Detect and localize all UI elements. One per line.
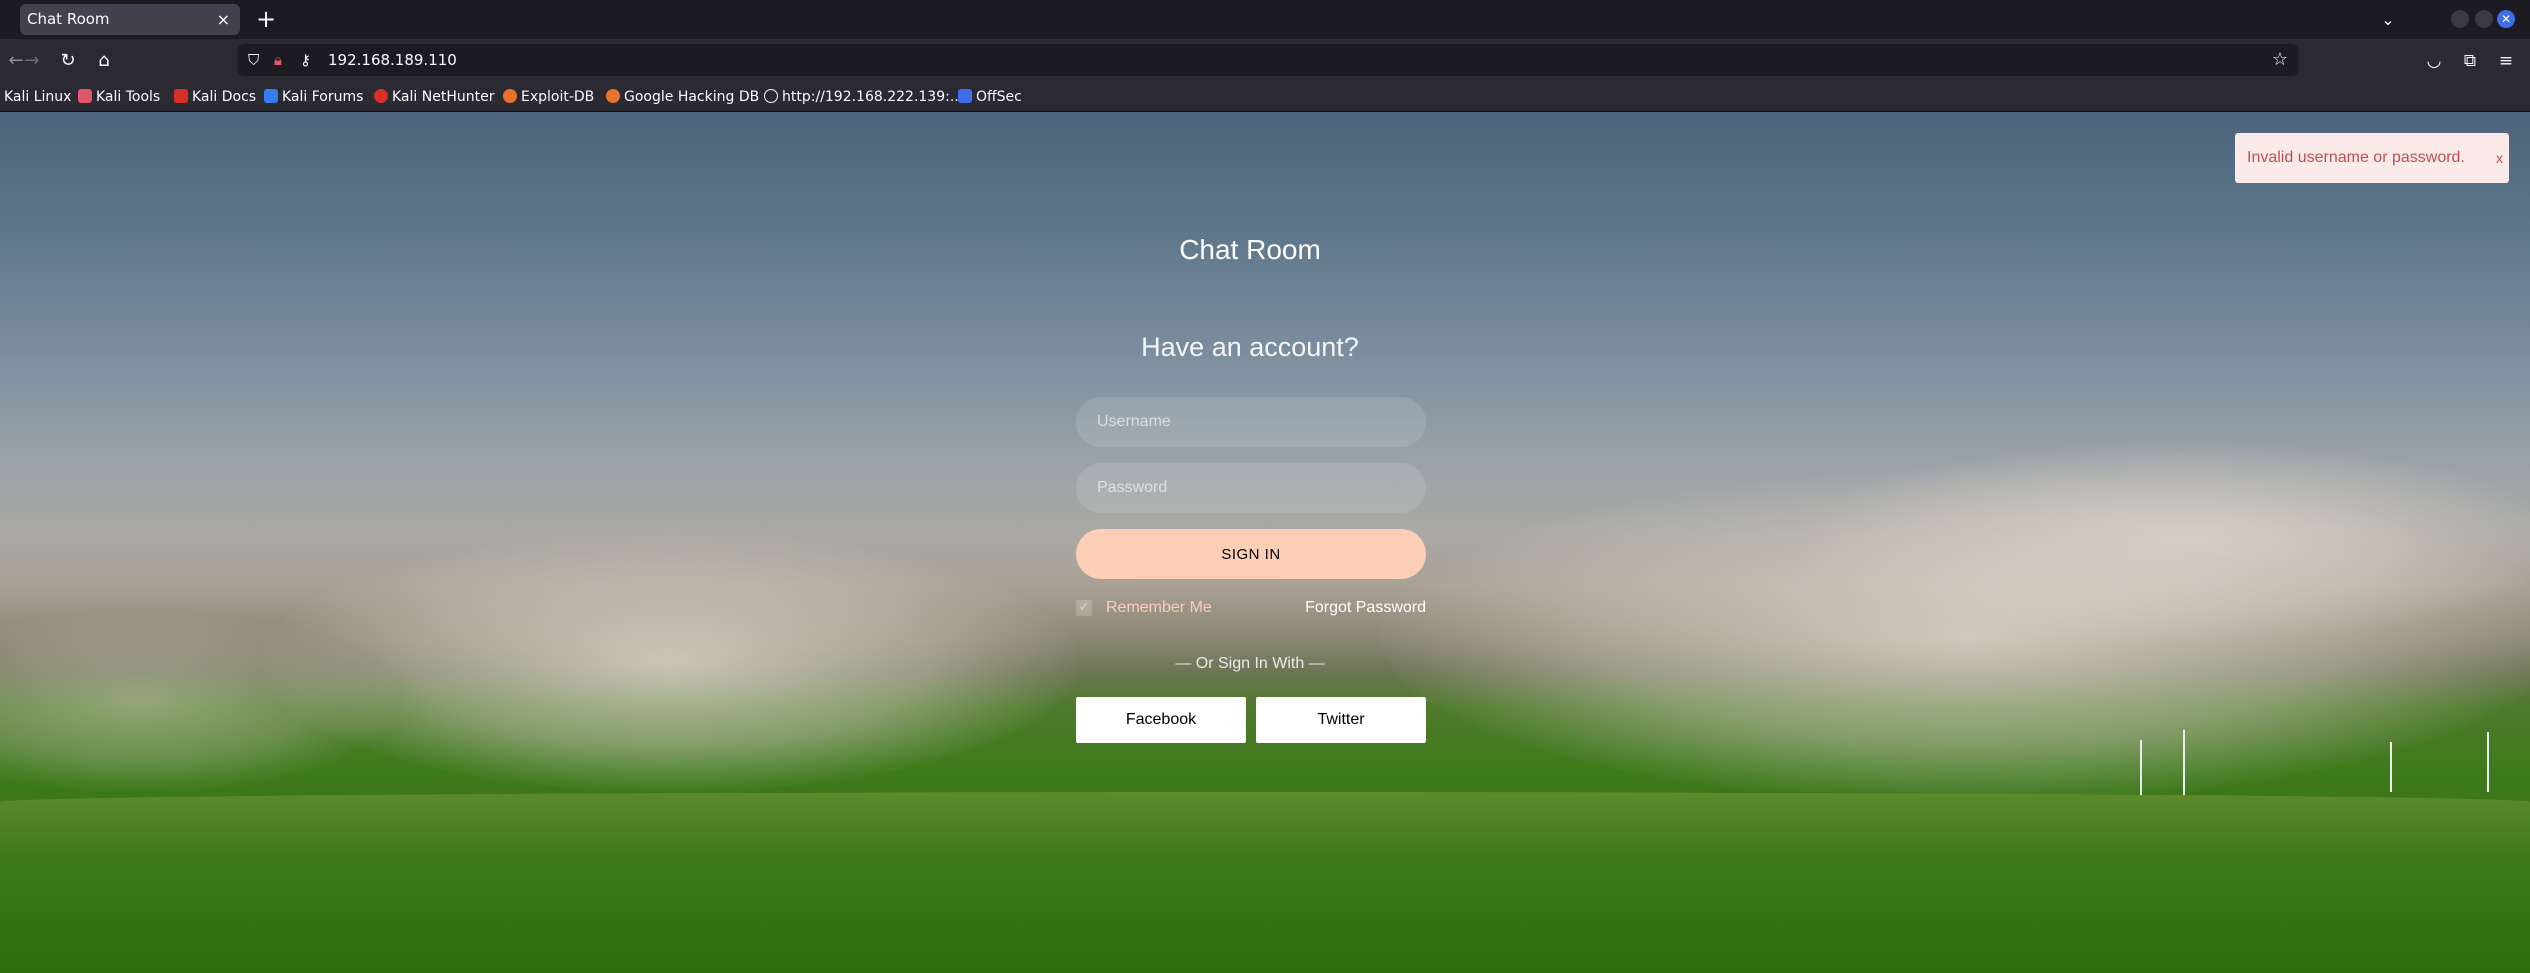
bookmark-offsec[interactable]: OffSec — [958, 82, 1022, 112]
key-icon[interactable]: ⚷ — [300, 44, 311, 76]
home-icon[interactable]: ⌂ — [88, 45, 120, 77]
bookmark-label: Kali Docs — [192, 89, 257, 105]
pocket-icon[interactable]: ◡ — [2418, 45, 2450, 77]
exploit-db-icon — [503, 89, 517, 103]
login-page: Chat Room Have an account? SIGN IN ✓ Rem… — [0, 112, 2530, 973]
bookmark-kali-nethunter[interactable]: Kali NetHunter — [374, 82, 494, 112]
bookmark-star-icon[interactable]: ☆ — [2272, 44, 2288, 76]
background-field — [0, 792, 2530, 973]
login-heading: Have an account? — [1141, 332, 1359, 362]
browser-navbar: ← → ↻ ⌂ ⛉ 🔒︎ ⚷ 192.168.189.110 ☆ ◡ ⧉ ≡ — [0, 39, 2530, 82]
minimize-button[interactable] — [2451, 10, 2469, 28]
site-title: Chat Room — [1179, 234, 1321, 265]
twitter-button[interactable]: Twitter — [1256, 697, 1426, 743]
browser-tab[interactable]: Chat Room × — [20, 4, 240, 35]
error-message: Invalid username or password. — [2247, 149, 2465, 166]
bookmark-label: Google Hacking DB — [624, 89, 760, 105]
remember-me-label[interactable]: Remember Me — [1106, 598, 1212, 618]
forward-arrow-icon[interactable]: → — [16, 45, 48, 77]
kali-nethunter-icon — [374, 89, 388, 103]
tab-close-icon[interactable]: × — [217, 4, 230, 35]
bookmark-kali-linux[interactable]: Kali Linux — [4, 82, 71, 112]
bookmark-kali-docs[interactable]: Kali Docs — [174, 82, 256, 112]
wind-turbine — [2487, 732, 2489, 792]
bookmark-label: Kali NetHunter — [392, 89, 495, 105]
bookmark-kali-tools[interactable]: Kali Tools — [78, 82, 160, 112]
forgot-password-link[interactable]: Forgot Password — [1260, 598, 1426, 618]
bookmark-exploit-db[interactable]: Exploit-DB — [503, 82, 594, 112]
shield-icon[interactable]: ⛉ — [248, 44, 259, 76]
google-hacking-db-icon — [606, 89, 620, 103]
facebook-button[interactable]: Facebook — [1076, 697, 1246, 743]
password-input[interactable] — [1076, 463, 1426, 513]
error-toast: Invalid username or password. x — [2235, 133, 2509, 183]
chevron-down-icon[interactable]: ⌄ — [2374, 4, 2402, 35]
toast-close-icon[interactable]: x — [2496, 133, 2503, 183]
new-tab-button[interactable]: + — [250, 4, 282, 35]
background-cloud — [260, 532, 1080, 792]
username-input[interactable] — [1076, 397, 1426, 447]
globe-icon — [764, 89, 778, 103]
url-bar[interactable]: ⛉ 🔒︎ ⚷ 192.168.189.110 ☆ — [238, 44, 2298, 76]
close-window-button[interactable]: ✕ — [2497, 10, 2515, 28]
browser-tab-bar: Chat Room × + ⌄ ✕ — [0, 0, 2530, 39]
remember-me-checkbox[interactable]: ✓ — [1076, 600, 1092, 616]
tab-title: Chat Room — [27, 10, 110, 28]
offsec-icon — [958, 89, 972, 103]
extensions-icon[interactable]: ⧉ — [2454, 45, 2486, 77]
maximize-button[interactable] — [2475, 10, 2493, 28]
reload-icon[interactable]: ↻ — [52, 45, 84, 77]
wind-turbine — [2183, 730, 2185, 795]
kali-tools-icon — [78, 89, 92, 103]
bookmark-label: Kali Tools — [96, 89, 161, 105]
wind-turbine — [2140, 740, 2142, 795]
bookmark-label: http://192.168.222.139:... — [782, 89, 964, 105]
wind-turbine — [2390, 742, 2392, 792]
bookmarks-toolbar: Kali Linux Kali Tools Kali Docs Kali For… — [0, 82, 2530, 112]
bookmark-http-link[interactable]: http://192.168.222.139:... — [764, 82, 963, 112]
background-cloud — [1380, 472, 2530, 802]
bookmark-label: Kali Linux — [4, 89, 72, 105]
lock-icon[interactable]: 🔒︎ — [274, 44, 282, 76]
bookmark-label: Exploit-DB — [521, 89, 595, 105]
or-sign-in-with-divider: — Or Sign In With — — [1175, 655, 1325, 672]
url-text[interactable]: 192.168.189.110 — [328, 44, 457, 76]
sign-in-button[interactable]: SIGN IN — [1076, 529, 1426, 579]
kali-forums-icon — [264, 89, 278, 103]
bookmark-label: Kali Forums — [282, 89, 364, 105]
bookmark-kali-forums[interactable]: Kali Forums — [264, 82, 363, 112]
menu-icon[interactable]: ≡ — [2490, 45, 2522, 77]
bookmark-google-hacking-db[interactable]: Google Hacking DB — [606, 82, 759, 112]
kali-docs-icon — [174, 89, 188, 103]
bookmark-label: OffSec — [976, 89, 1022, 105]
